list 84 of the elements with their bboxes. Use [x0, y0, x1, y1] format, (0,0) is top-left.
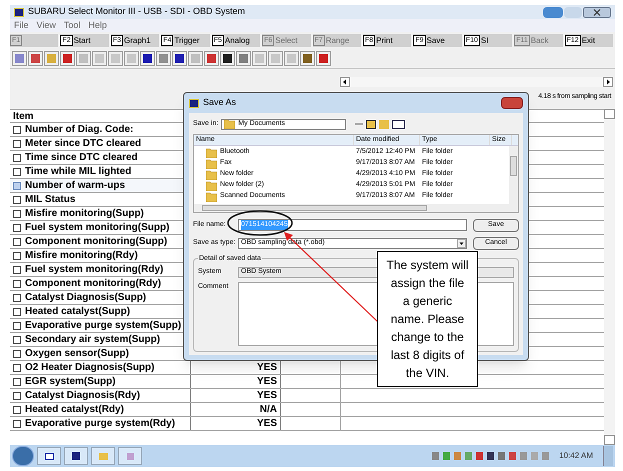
table-row[interactable]: Evaporative purge system(Rdy): [10, 417, 191, 430]
checkbox[interactable]: [13, 322, 21, 330]
checkbox[interactable]: [13, 294, 21, 302]
toolbar-button[interactable]: [140, 51, 155, 66]
item-name: O2 Heater Diagnosis(Supp): [25, 361, 154, 375]
item-name: Time while MIL lighted: [25, 165, 132, 179]
item-name: Oxygen sensor(Supp): [25, 347, 129, 361]
table-row[interactable]: EGR system(Supp): [10, 375, 191, 388]
item-name: Time since DTC cleared: [25, 151, 138, 165]
toolbar-button[interactable]: [220, 51, 235, 66]
taskbar-icon[interactable]: [37, 447, 61, 465]
checkbox[interactable]: [13, 336, 21, 344]
item-name: Meter since DTC cleared: [25, 137, 142, 151]
folder-icon: [224, 119, 236, 129]
checkbox[interactable]: [13, 392, 21, 400]
item-name: Number of warm-ups: [25, 179, 126, 193]
checkbox[interactable]: [13, 154, 21, 162]
scroll-up-button[interactable]: [604, 109, 615, 119]
table-row[interactable]: O2 Heater Diagnosis(Supp): [10, 361, 191, 374]
item-name: Misfire monitoring(Supp): [25, 207, 144, 221]
item-name: Component monitoring(Supp): [25, 235, 168, 249]
table-row[interactable]: Heated catalyst(Rdy): [10, 403, 191, 416]
table-cell-text: YES: [256, 375, 277, 389]
checkbox[interactable]: [13, 196, 21, 204]
checkbox[interactable]: [13, 238, 21, 246]
column-header: Item: [12, 110, 34, 124]
checkbox[interactable]: [13, 126, 21, 134]
checkbox[interactable]: [13, 224, 21, 232]
callout-box: The system will assign the file a generic name. Please change to the last 8 digits of the VIN.: [377, 251, 478, 387]
clock: 10:42 AM: [558, 450, 594, 462]
menu-item[interactable]: Tool: [64, 18, 80, 32]
table-cell-text: YES: [256, 417, 277, 431]
checkbox[interactable]: [13, 308, 21, 316]
folder-icon: [206, 158, 217, 168]
table-cell-text: N/A: [260, 403, 277, 417]
start-button[interactable]: [12, 446, 34, 466]
checkbox[interactable]: [13, 210, 21, 218]
checkbox[interactable]: [13, 140, 21, 148]
checkbox[interactable]: [13, 280, 21, 288]
item-name: Heated catalyst(Rdy): [25, 403, 124, 417]
table-row[interactable]: Catalyst Diagnosis(Rdy): [10, 389, 191, 402]
item-name: MIL Status: [25, 193, 76, 207]
menu-item[interactable]: View: [36, 18, 56, 32]
checkbox[interactable]: [13, 266, 21, 274]
item-name: Number of Diag. Code:: [25, 123, 134, 137]
app-icon: [189, 98, 199, 108]
item-name: Evaporative purge system(Supp): [25, 319, 182, 333]
taskbar-icon[interactable]: [64, 447, 88, 465]
checkbox[interactable]: [13, 378, 21, 386]
dialog-title: Save As: [203, 96, 236, 110]
folder-icon: [206, 192, 217, 202]
item-name: Fuel system monitoring(Rdy): [25, 263, 164, 277]
menu-item[interactable]: Help: [88, 18, 107, 32]
window-title: SUBARU Select Monitor III - USB - SDI - OBD System: [28, 5, 246, 18]
folder-icon: [206, 170, 217, 180]
checkbox[interactable]: [13, 350, 21, 358]
toolbar-button[interactable]: [172, 51, 187, 66]
checkbox[interactable]: [13, 252, 21, 260]
item-name: Secondary air system(Supp): [25, 333, 160, 347]
checkbox[interactable]: [13, 420, 21, 428]
checkbox[interactable]: [13, 168, 21, 176]
checkbox[interactable]: [13, 406, 21, 414]
checkbox[interactable]: [13, 364, 21, 372]
item-name: Catalyst Diagnosis(Rdy): [25, 389, 140, 403]
close-button[interactable]: [583, 6, 611, 18]
table-cell-text: YES: [256, 361, 277, 375]
menu-item[interactable]: File: [14, 18, 29, 32]
item-name: Misfire monitoring(Rdy): [25, 249, 138, 263]
highlight-ellipse: [226, 209, 294, 237]
table-cell-text: YES: [256, 389, 277, 403]
item-name: Catalyst Diagnosis(Supp): [25, 291, 146, 305]
minimize-button[interactable]: [543, 6, 563, 18]
item-name: EGR system(Supp): [25, 375, 116, 389]
scroll-left-button[interactable]: [340, 77, 350, 87]
close-button[interactable]: [501, 97, 523, 109]
scroll-down-button[interactable]: [604, 435, 615, 445]
item-name: Fuel system monitoring(Supp): [25, 221, 170, 235]
checkbox[interactable]: [13, 182, 21, 190]
item-name: Evaporative purge system(Rdy): [25, 417, 176, 431]
folder-icon: [206, 180, 217, 190]
item-name: Component monitoring(Rdy): [25, 277, 162, 291]
app-icon: [14, 8, 24, 16]
item-name: Heated catalyst(Supp): [25, 305, 130, 319]
scroll-right-button[interactable]: [603, 77, 613, 87]
